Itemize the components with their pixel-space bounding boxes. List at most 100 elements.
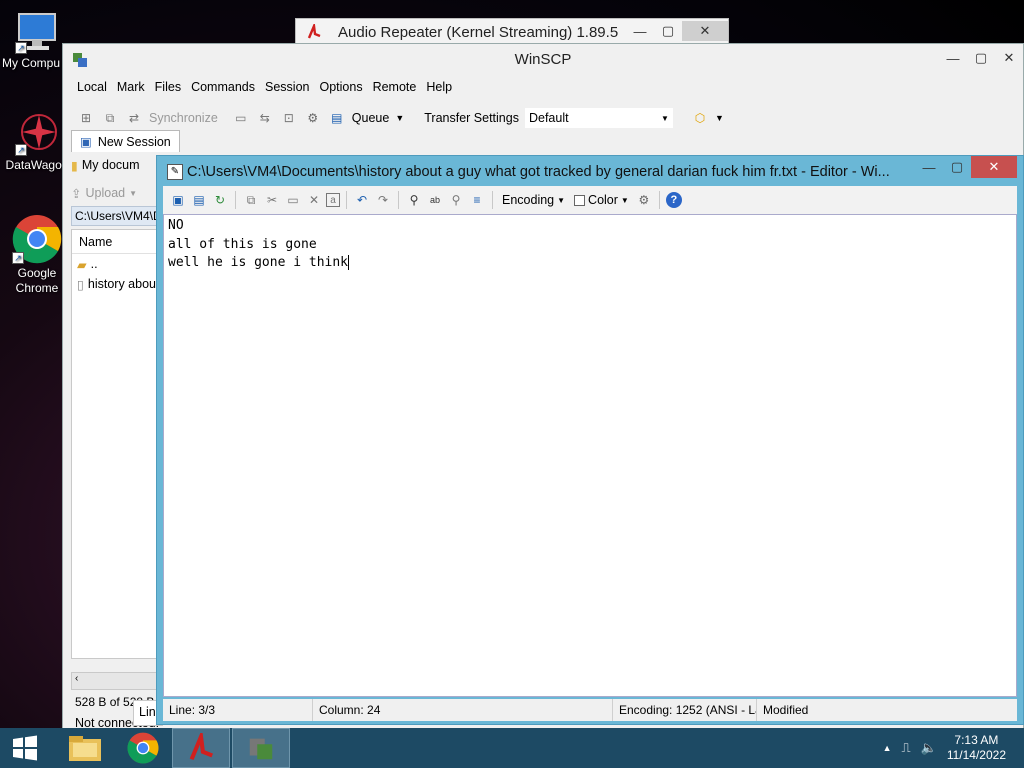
- transfer-icon[interactable]: ⇆: [256, 109, 274, 127]
- paste-icon[interactable]: ▭: [284, 191, 302, 209]
- menu-remote[interactable]: Remote: [373, 80, 417, 100]
- upload-button[interactable]: ⇪ Upload ▼: [71, 182, 137, 204]
- synchronize-icon: ⇄: [128, 111, 140, 125]
- local-panel: ▮ My docum ⇪ Upload ▼ C:\Users\VM4\D Nam…: [71, 154, 161, 730]
- close-button[interactable]: ✕: [971, 156, 1017, 178]
- list-item[interactable]: ▰ ..: [72, 254, 160, 274]
- upload-icon: ⇪: [71, 186, 82, 201]
- taskbar-chrome[interactable]: [114, 728, 172, 768]
- transfer-settings-label: Transfer Settings: [424, 111, 519, 125]
- queue-dropdown-icon[interactable]: ▼: [395, 113, 404, 123]
- session-tabs: ▣ New Session: [71, 130, 180, 152]
- keep-up-to-date-icon[interactable]: ⧉: [101, 109, 119, 127]
- start-button[interactable]: [0, 728, 50, 768]
- close-button[interactable]: ✕: [995, 48, 1023, 68]
- winscp-icon: [249, 738, 273, 760]
- save-all-icon[interactable]: ▤: [190, 191, 208, 209]
- new-session-icon: ▣: [80, 135, 92, 149]
- menu-bar: Local Mark Files Commands Session Option…: [77, 80, 452, 100]
- console-icon[interactable]: ▭: [232, 109, 250, 127]
- preferences-icon[interactable]: ⚙: [635, 191, 653, 209]
- replace-icon[interactable]: ab: [426, 191, 444, 209]
- copy-icon[interactable]: ⧉: [242, 191, 260, 209]
- status-modified: Modified: [763, 703, 809, 717]
- find-next-icon[interactable]: ⚲: [447, 191, 465, 209]
- sites-dropdown-icon[interactable]: ▼: [715, 113, 724, 123]
- file-explorer-icon: [69, 736, 101, 761]
- editor-window[interactable]: ✎ C:\Users\VM4\Documents\history about a…: [156, 155, 1024, 725]
- tab-label: New Session: [97, 134, 171, 149]
- chevron-down-icon: ▼: [557, 195, 566, 205]
- maximize-button[interactable]: ▢: [967, 48, 995, 68]
- window-title: Audio Repeater (Kernel Streaming) 1.89.5: [338, 24, 619, 41]
- find-icon[interactable]: ⚲: [405, 191, 423, 209]
- text-line: NO: [168, 218, 184, 233]
- reload-icon[interactable]: ↻: [211, 191, 229, 209]
- go-to-line-icon[interactable]: ≡: [468, 191, 486, 209]
- transfer-settings-value: Default: [528, 111, 569, 125]
- audio-repeater-window[interactable]: Audio Repeater (Kernel Streaming) 1.89.5…: [295, 18, 729, 44]
- folder-icon: ▮: [71, 158, 78, 173]
- help-icon[interactable]: ?: [665, 192, 682, 208]
- menu-commands[interactable]: Commands: [191, 80, 255, 100]
- taskbar: ▲ ⎍ 🔈 7:13 AM 11/14/2022: [0, 728, 1024, 768]
- tab-new-session[interactable]: ▣ New Session: [71, 130, 180, 152]
- minimize-button[interactable]: —: [915, 156, 943, 178]
- save-icon[interactable]: ▣: [169, 191, 187, 209]
- preferences-icon[interactable]: ⚙: [304, 109, 322, 127]
- find-files-icon[interactable]: ⊡: [280, 109, 298, 127]
- menu-options[interactable]: Options: [319, 80, 362, 100]
- color-dropdown[interactable]: Color ▼: [571, 193, 632, 207]
- transfer-settings-select[interactable]: Default ▼: [524, 108, 673, 128]
- datawagon-icon: ↗: [15, 112, 59, 156]
- audio-repeater-icon: [189, 733, 214, 761]
- maximize-button[interactable]: ▢: [654, 21, 682, 41]
- minimize-button[interactable]: —: [939, 48, 967, 68]
- queue-button[interactable]: Queue: [352, 111, 390, 125]
- status-encoding: Encoding: 1252 (ANSI - La: [613, 699, 757, 721]
- compare-icon[interactable]: ⊞: [77, 109, 95, 127]
- taskbar-winscp[interactable]: [232, 728, 290, 768]
- chevron-down-icon: ▼: [661, 113, 669, 123]
- menu-files[interactable]: Files: [155, 80, 181, 100]
- close-button[interactable]: ✕: [682, 21, 728, 41]
- text-file-icon: ▯: [77, 277, 84, 292]
- taskbar-file-explorer[interactable]: [56, 728, 114, 768]
- select-all-icon[interactable]: a: [326, 193, 340, 207]
- file-name: ..: [90, 257, 98, 271]
- editor-text-area[interactable]: NO all of this is gone well he is gone i…: [163, 214, 1017, 697]
- current-path: C:\Users\VM4\D: [71, 206, 161, 226]
- delete-icon[interactable]: ✕: [305, 191, 323, 209]
- synchronize-button[interactable]: Synchronize: [149, 111, 218, 125]
- clock-time: 7:13 AM: [954, 733, 999, 747]
- local-path-dropdown[interactable]: ▮ My docum: [71, 154, 140, 176]
- text-line: well he is gone i think: [168, 255, 349, 270]
- maximize-button[interactable]: ▢: [943, 156, 971, 178]
- text-caret: [348, 255, 350, 270]
- chevron-down-icon: ▼: [129, 188, 138, 198]
- clock[interactable]: 7:13 AM 11/14/2022: [947, 733, 1006, 763]
- encoding-dropdown[interactable]: Encoding ▼: [499, 193, 568, 207]
- cut-icon[interactable]: ✂: [263, 191, 281, 209]
- menu-help[interactable]: Help: [426, 80, 452, 100]
- list-item[interactable]: ▯ history abou: [72, 274, 160, 294]
- file-list[interactable]: Name ▰ .. ▯ history abou: [71, 229, 161, 659]
- menu-session[interactable]: Session: [265, 80, 309, 100]
- notepad-icon: ✎: [167, 164, 183, 180]
- chevron-down-icon: ▼: [620, 195, 629, 205]
- windows-logo-icon: [13, 735, 37, 761]
- volume-icon[interactable]: 🔈: [921, 740, 937, 756]
- menu-mark[interactable]: Mark: [117, 80, 145, 100]
- taskbar-audio-repeater[interactable]: [172, 728, 230, 768]
- minimize-button[interactable]: —: [626, 21, 654, 41]
- audio-repeater-icon: [306, 21, 322, 40]
- show-hidden-icons-icon[interactable]: ▲: [883, 743, 892, 753]
- redo-icon[interactable]: ↷: [374, 191, 392, 209]
- network-icon[interactable]: ⎍: [902, 740, 911, 756]
- menu-local[interactable]: Local: [77, 80, 107, 100]
- column-header-name[interactable]: Name: [72, 230, 160, 254]
- parent-folder-icon: ▰: [77, 257, 87, 272]
- sites-icon[interactable]: ⬡: [691, 109, 709, 127]
- undo-icon[interactable]: ↶: [353, 191, 371, 209]
- horizontal-scrollbar[interactable]: ‹: [71, 672, 161, 690]
